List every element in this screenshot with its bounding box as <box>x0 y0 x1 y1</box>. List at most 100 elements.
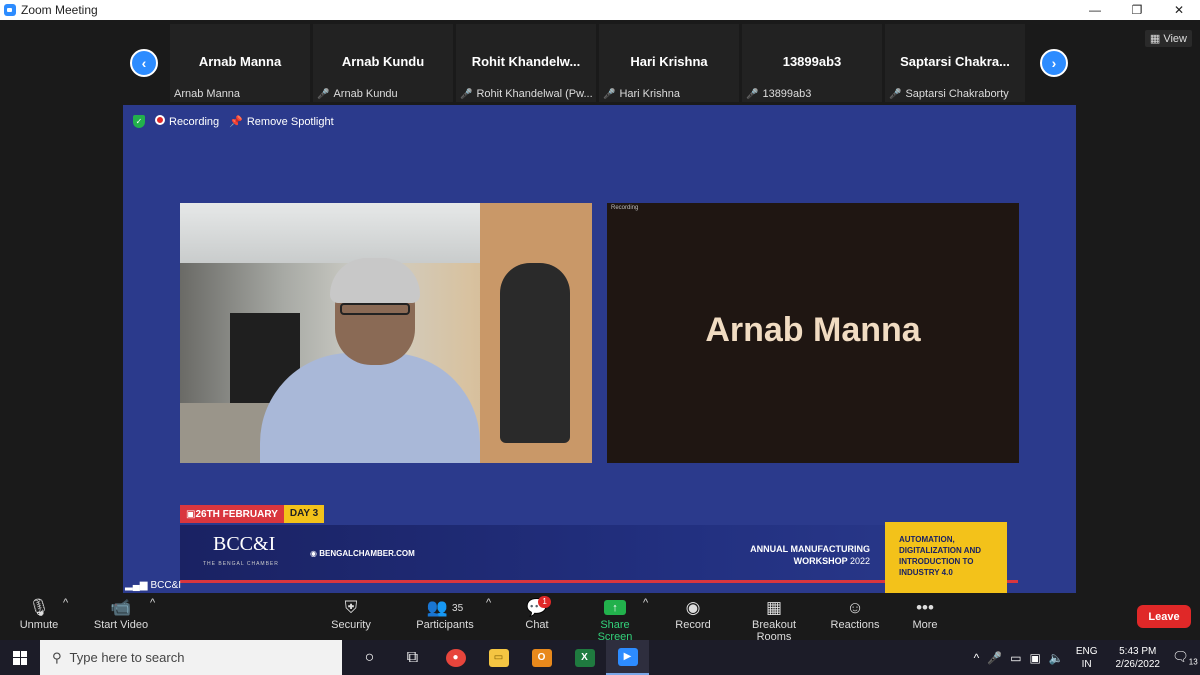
battery-icon[interactable]: ▭ <box>1006 651 1025 665</box>
chat-button[interactable]: 💬 1 Chat <box>520 596 554 631</box>
mic-muted-icon: 🎤 <box>317 88 330 100</box>
minimize-button[interactable]: — <box>1074 0 1116 20</box>
chrome-icon[interactable]: ● <box>434 640 477 675</box>
participants-button[interactable]: 👥 35 Participants <box>414 597 476 631</box>
remove-spotlight-button[interactable]: 📌 Remove Spotlight <box>229 115 334 128</box>
participant-name: Hari Krishna <box>630 54 708 69</box>
recording-indicator[interactable]: Recording <box>155 115 219 128</box>
system-tray: ^ 🎤 ▭ ▣ 🔈 ENG IN 5:43 PM 2/26/2022 🗨13 <box>970 640 1200 675</box>
network-icon[interactable]: ▣ <box>1026 651 1045 665</box>
participant-tile[interactable]: Saptarsi Chakra... 🎤 Saptarsi Chakraborty <box>885 24 1025 102</box>
reactions-button[interactable]: ☺ Reactions <box>830 597 880 631</box>
meeting-toolbar: 🎙 Unmute ^ 📹 Start Video ^ ⛨ Security 👥 3… <box>0 593 1200 643</box>
participant-name: 13899ab3 <box>782 54 842 69</box>
search-icon: ⚲ <box>52 649 62 665</box>
view-button[interactable]: ▦ View <box>1144 30 1192 47</box>
stage-status-bar: ✓ Recording 📌 Remove Spotlight <box>133 115 334 128</box>
windows-taskbar: ⚲ Type here to search ○ ⧉ ● ▭ O X ▶ ^ 🎤 … <box>0 640 1200 675</box>
mic-muted-icon: 🎤 <box>746 88 759 100</box>
event-url: ◉ BENGALCHAMBER.COM <box>310 549 415 558</box>
taskbar-clock[interactable]: 5:43 PM 2/26/2022 <box>1106 645 1171 671</box>
window-title: Zoom Meeting <box>21 3 98 17</box>
security-button[interactable]: ⛨ Security <box>328 597 374 631</box>
presenter-label: ▂▄▆ BCC&I <box>125 580 182 591</box>
more-button[interactable]: ••• More <box>908 597 942 631</box>
share-screen-icon: ↑ <box>604 600 626 615</box>
zoom-logo-icon <box>4 4 16 16</box>
participant-tile[interactable]: Rohit Khandelw... 🎤 Rohit Khandelwal (Pw.… <box>456 24 596 102</box>
language-indicator[interactable]: ENG IN <box>1068 645 1106 671</box>
mic-muted-icon: 🎤 <box>603 88 616 100</box>
window-titlebar: Zoom Meeting — ❐ ✕ <box>0 0 1200 20</box>
breakout-rooms-button[interactable]: ▦ Breakout Rooms <box>734 597 814 643</box>
participant-tile[interactable]: Arnab Kundu 🎤 Arnab Kundu <box>313 24 453 102</box>
excel-icon[interactable]: X <box>563 640 606 675</box>
taskbar-search[interactable]: ⚲ Type here to search <box>40 640 342 675</box>
participant-name: Arnab Manna <box>198 54 282 69</box>
participant-label: 🎤 Rohit Khandelwal (Pw... <box>460 88 593 100</box>
zoom-taskbar-icon[interactable]: ▶ <box>606 640 649 675</box>
security-shield-icon[interactable]: ✓ <box>133 115 145 128</box>
unmute-button[interactable]: 🎙 Unmute <box>18 597 60 631</box>
breakout-rooms-icon: ▦ <box>765 598 783 617</box>
globe-icon: ◉ <box>310 549 320 558</box>
restore-button[interactable]: ❐ <box>1116 0 1158 20</box>
video-off-icon: 📹 <box>110 598 132 617</box>
speaker-name-display: Arnab Manna <box>705 311 921 349</box>
participant-name: Saptarsi Chakra... <box>900 54 1010 69</box>
microphone-icon[interactable]: 🎤 <box>983 651 1006 665</box>
share-screen-button[interactable]: ↑ Share Screen <box>582 597 648 643</box>
participant-label: 🎤 Saptarsi Chakraborty <box>889 88 1009 100</box>
workshop-title: ANNUAL MANUFACTURING WORKSHOP 2022 <box>750 544 870 566</box>
show-hidden-icons-icon[interactable]: ^ <box>970 651 984 665</box>
mic-muted-icon: 🎤 <box>889 88 902 100</box>
shared-screen-stage: ✓ Recording 📌 Remove Spotlight Recording … <box>123 105 1076 594</box>
participant-label: 🎤 Hari Krishna <box>603 88 680 100</box>
event-banner: ▣ 26TH FEBRUARY DAY 3 BCC&I THE BENGAL C… <box>180 505 1018 594</box>
grid-icon: ▦ <box>1149 33 1164 45</box>
leave-button[interactable]: Leave <box>1137 605 1191 628</box>
task-view-icon[interactable]: ⧉ <box>391 640 434 675</box>
volume-icon[interactable]: 🔈 <box>1045 651 1068 665</box>
share-options-caret[interactable]: ^ <box>643 597 648 609</box>
participants-options-caret[interactable]: ^ <box>486 597 491 609</box>
bcc-logo-subtitle: THE BENGAL CHAMBER <box>203 561 279 567</box>
mic-muted-icon: 🎤 <box>460 88 473 100</box>
pin-icon: 📌 <box>229 116 243 128</box>
participant-label: 🎤 Arnab Kundu <box>317 88 398 100</box>
signal-strength-icon: ▂▄▆ <box>125 580 148 591</box>
reactions-icon: ☺ <box>846 598 864 617</box>
participant-label: Arnab Manna <box>174 88 241 100</box>
audio-options-caret[interactable]: ^ <box>63 597 68 609</box>
next-page-button[interactable]: › <box>1040 49 1068 77</box>
event-day: DAY 3 <box>283 505 325 523</box>
start-button[interactable] <box>0 640 40 675</box>
recording-tag: Recording <box>611 205 639 211</box>
participant-name: Arnab Kundu <box>341 54 425 69</box>
start-video-button[interactable]: 📹 Start Video <box>92 597 150 631</box>
outlook-icon[interactable]: O <box>520 640 563 675</box>
prev-page-button[interactable]: ‹ <box>130 49 158 77</box>
name-tile-video: Recording Arnab Manna <box>607 203 1019 463</box>
participant-tile[interactable]: Arnab Manna Arnab Manna <box>170 24 310 102</box>
participant-tile[interactable]: 13899ab3 🎤 13899ab3 <box>742 24 882 102</box>
video-options-caret[interactable]: ^ <box>150 597 155 609</box>
participants-icon: 👥 <box>426 598 449 617</box>
record-button[interactable]: ◉ Record <box>674 597 712 631</box>
participant-tile[interactable]: Hari Krishna 🎤 Hari Krishna <box>599 24 739 102</box>
participants-count: 35 <box>452 602 464 614</box>
bcc-logo: BCC&I <box>213 533 276 555</box>
participant-strip: ‹ Arnab Manna Arnab Manna Arnab Kundu 🎤 A… <box>0 20 1200 104</box>
record-icon: ◉ <box>685 598 701 617</box>
workshop-theme: AUTOMATION, DIGITALIZATION AND INTRODUCT… <box>885 522 1007 594</box>
event-date: ▣ 26TH FEBRUARY <box>180 505 284 523</box>
calendar-icon: ▣ <box>186 508 196 520</box>
chat-badge: 1 <box>538 596 551 608</box>
close-button[interactable]: ✕ <box>1158 0 1200 20</box>
file-explorer-icon[interactable]: ▭ <box>477 640 520 675</box>
more-icon: ••• <box>916 598 934 617</box>
mic-off-icon: 🎙 <box>28 598 50 617</box>
notification-center-icon[interactable]: 🗨13 <box>1170 649 1200 667</box>
cortana-icon[interactable]: ○ <box>348 640 391 675</box>
shield-icon: ⛨ <box>344 598 358 617</box>
